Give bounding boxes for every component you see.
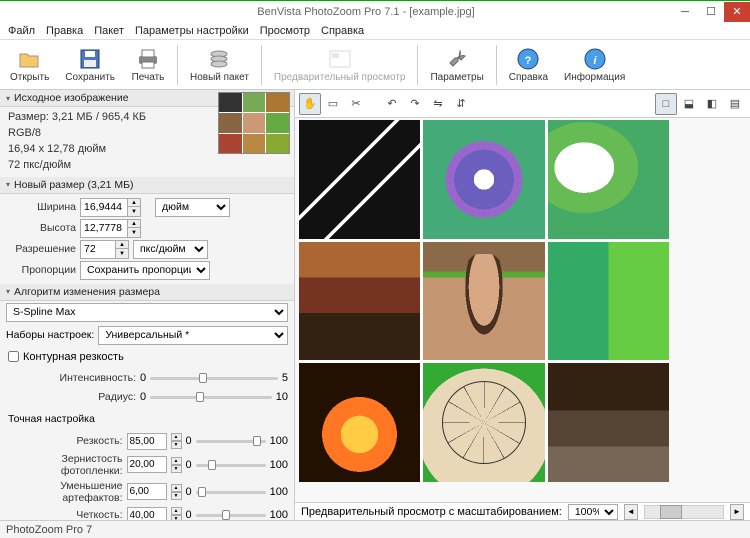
contour-sharpness-label: Контурная резкость [23,351,124,363]
rotate-left-button[interactable]: ↶ [381,93,403,115]
flip-h-icon: ⇋ [433,97,442,110]
preview-statusbar: Предварительный просмотр с масштабирован… [295,502,750,520]
view-split-v-button[interactable]: ◧ [701,93,723,115]
crispness-slider[interactable] [196,507,266,520]
preview-toolbar: ✋ ▭ ✂ ↶ ↷ ⇋ ⇵ □ ⬓ ◧ ▤ [295,90,750,118]
info-icon: i [583,47,607,71]
radius-label: Радиус: [6,391,136,403]
single-view-icon: □ [663,98,670,110]
close-button[interactable]: ✕ [724,2,750,22]
new-batch-button[interactable]: Новый пакет [184,45,255,85]
split-v-icon: ◧ [707,97,717,110]
panel-splitter[interactable] [291,90,294,520]
resolution-unit-select[interactable]: пкс/дюйм [133,240,208,259]
svg-text:?: ? [525,55,532,67]
intensity-slider[interactable] [150,370,278,386]
artifact-input[interactable] [127,483,167,500]
main-toolbar: Открыть Сохранить Печать Новый пакет Пре… [0,40,750,90]
minimize-button[interactable]: ─ [672,2,698,22]
sharpness-input[interactable] [127,433,167,450]
radius-slider[interactable] [150,389,272,405]
menu-file[interactable]: Файл [4,24,39,38]
info-button[interactable]: i Информация [558,45,631,85]
grid-icon: ▤ [730,97,740,110]
width-label: Ширина [6,201,76,213]
scroll-right-button[interactable]: ► [730,504,744,520]
menu-help[interactable]: Справка [317,24,368,38]
rotate-left-icon: ↶ [387,97,396,110]
settings-panel: Исходное изображение Размер: 3,21 МБ / 9… [0,90,295,520]
sharpness-slider[interactable] [196,433,266,449]
menu-edit[interactable]: Правка [42,24,87,38]
view-grid-button[interactable]: ▤ [724,93,746,115]
select-tool-button[interactable]: ▭ [322,93,344,115]
fine-tuning-header: Точная настройка [0,410,294,428]
window-title: BenVista PhotoZoom Pro 7.1 - [example.jp… [60,6,672,18]
flip-h-button[interactable]: ⇋ [427,93,449,115]
preview-zoom-label: Предварительный просмотр с масштабирован… [301,506,562,518]
height-label: Высота [6,222,76,234]
method-select[interactable]: S-Spline Max [6,303,288,322]
marquee-icon: ▭ [328,97,338,110]
view-single-button[interactable]: □ [655,93,677,115]
crop-tool-button[interactable]: ✂ [345,93,367,115]
maximize-button[interactable]: ☐ [698,2,724,22]
resolution-input[interactable]: ▲▼ [80,240,129,259]
titlebar: BenVista PhotoZoom Pro 7.1 - [example.jp… [0,0,750,22]
preview-image [299,120,669,482]
proportions-select[interactable]: Сохранить пропорции [80,261,210,280]
pan-tool-button[interactable]: ✋ [299,93,321,115]
batch-icon [207,47,231,71]
crispness-input[interactable] [127,507,167,520]
view-split-h-button[interactable]: ⬓ [678,93,700,115]
filmgrain-input[interactable] [127,456,167,473]
width-input[interactable]: ▲▼ [80,198,141,217]
scroll-left-button[interactable]: ◄ [624,504,638,520]
resolution-label: Разрешение [6,243,76,255]
flip-v-icon: ⇵ [456,97,465,110]
preset-select[interactable]: Универсальный * [98,326,288,345]
newsize-section-header[interactable]: Новый размер (3,21 МБ) [0,177,294,194]
size-unit-select[interactable]: дюйм [155,198,230,217]
wrench-icon [445,47,469,71]
rotate-right-button[interactable]: ↷ [404,93,426,115]
params-button[interactable]: Параметры [424,45,489,85]
horizontal-scrollbar[interactable] [644,505,724,519]
crop-icon: ✂ [351,97,360,110]
contour-sharpness-checkbox[interactable] [8,351,19,362]
proportions-label: Пропорции [6,264,76,276]
filmgrain-slider[interactable] [196,457,266,473]
rotate-right-icon: ↷ [410,97,419,110]
open-button[interactable]: Открыть [4,45,55,85]
height-input[interactable]: ▲▼ [80,219,141,238]
save-button[interactable]: Сохранить [59,45,121,85]
help-icon: ? [516,47,540,71]
hand-icon: ✋ [303,97,317,110]
folder-open-icon [18,47,42,71]
menu-batch[interactable]: Пакет [90,24,128,38]
save-icon [78,47,102,71]
navigator-thumbnail[interactable] [218,92,290,154]
menu-view[interactable]: Просмотр [256,24,314,38]
zoom-select[interactable]: 100% [568,504,618,520]
artifact-slider[interactable] [196,484,266,500]
print-icon [136,47,160,71]
preview-canvas[interactable] [295,118,750,502]
algorithm-section-header[interactable]: Алгоритм изменения размера [0,284,294,301]
status-text: PhotoZoom Pro 7 [6,524,92,536]
flip-v-button[interactable]: ⇵ [450,93,472,115]
statusbar: PhotoZoom Pro 7 [0,520,750,538]
menu-settings[interactable]: Параметры настройки [131,24,253,38]
menubar: Файл Правка Пакет Параметры настройки Пр… [0,22,750,40]
preview-icon [328,47,352,71]
split-h-icon: ⬓ [684,97,694,110]
source-res: 72 пкс/дюйм [8,158,286,174]
help-button[interactable]: ? Справка [503,45,554,85]
preview-button[interactable]: Предварительный просмотр [268,45,412,85]
intensity-label: Интенсивность: [6,372,136,384]
preset-label: Наборы настроек: [6,329,94,341]
print-button[interactable]: Печать [125,45,171,85]
